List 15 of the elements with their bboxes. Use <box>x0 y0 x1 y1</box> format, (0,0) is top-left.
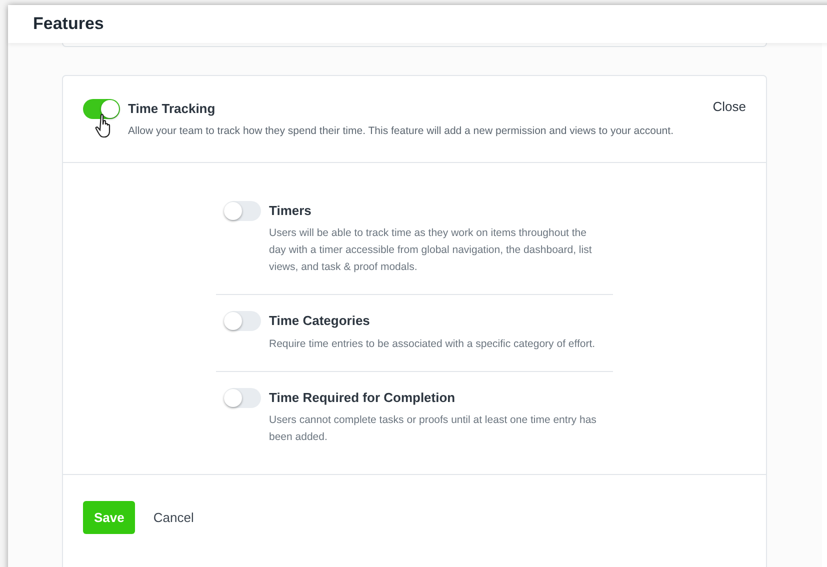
option-description: Users will be able to track time as they work on items throughout the day with a timer accessible from global navigation, the dashboard, list views, and task & proof modals. <box>269 226 593 275</box>
close-button[interactable]: Close <box>712 97 746 117</box>
option-description: Require time entries to be associated with a specific category of effort. <box>269 336 596 352</box>
option-description: Users cannot complete tasks or proofs until at least one time entry has been added. <box>269 413 598 445</box>
toggle-switch[interactable] <box>224 388 261 408</box>
feature-title: Time Tracking <box>128 100 216 118</box>
toggle-switch[interactable] <box>224 200 261 220</box>
option-title: Time Required for Completion <box>269 388 456 407</box>
toggle-switch[interactable] <box>83 99 120 120</box>
feature-description: Allow your team to track how they spend their time. This feature will add a new permission and views to your account. <box>128 124 674 139</box>
option-title: Time Categories <box>269 312 371 330</box>
cancel-button[interactable]: Cancel <box>153 508 194 528</box>
window-title: Features <box>33 13 104 36</box>
option-title: Timers <box>269 202 312 220</box>
toggle-switch[interactable] <box>224 311 261 331</box>
